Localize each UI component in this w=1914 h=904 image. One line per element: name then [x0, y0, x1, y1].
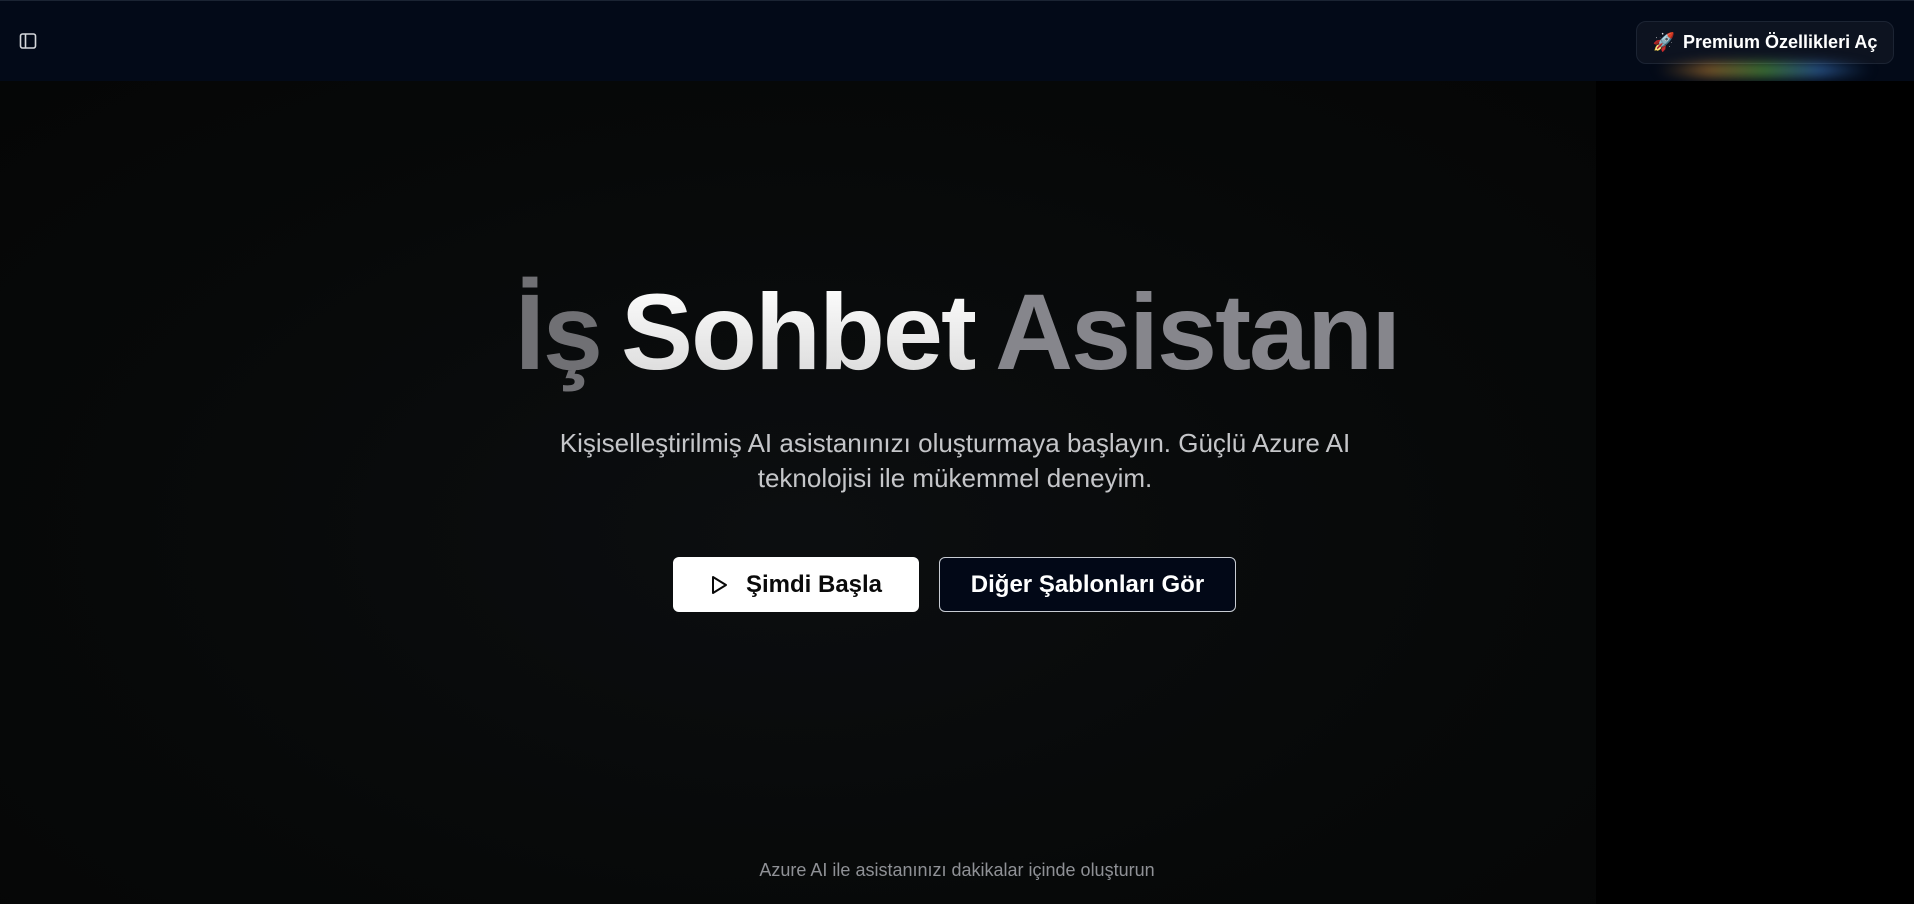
right-panel [1596, 81, 1914, 904]
view-templates-button[interactable]: Diğer Şablonları Gör [939, 557, 1236, 612]
start-now-button[interactable]: Şimdi Başla [673, 557, 919, 612]
view-templates-label: Diğer Şablonları Gör [970, 570, 1205, 598]
hero-title-word-3: Asistanı [994, 271, 1401, 392]
premium-features-button[interactable]: 🚀 Premium Özellikleri Aç [1636, 21, 1894, 64]
rocket-icon: 🚀 [1652, 32, 1675, 52]
play-icon [710, 575, 728, 595]
start-now-label: Şimdi Başla [745, 570, 883, 598]
premium-button-label: Premium Özellikleri Aç [1683, 32, 1878, 52]
hero-title-word-2: Sohbet [620, 271, 977, 392]
hero-subtitle: Kişiselleştirilmiş AI asistanınızı oluşt… [559, 428, 1351, 493]
top-bar: 🚀 Premium Özellikleri Aç [0, 0, 1914, 81]
hero-title: İş Sohbet Asistanı [0, 278, 1914, 386]
sidebar-panel-icon[interactable] [16, 29, 40, 53]
hero-title-word-1: İş [514, 271, 603, 392]
premium-button-glow [1654, 63, 1874, 77]
footer-note: Azure AI ile asistanınızı dakikalar için… [759, 860, 1155, 880]
hero-actions: Şimdi Başla Diğer Şablonları Gör [673, 557, 1236, 612]
